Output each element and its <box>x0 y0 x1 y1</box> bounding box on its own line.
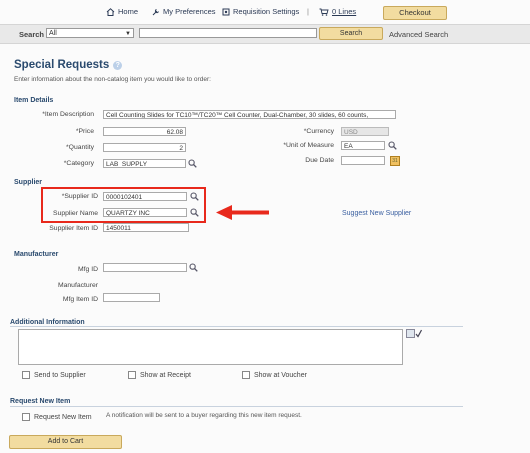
show-at-voucher-checkbox[interactable]: Show at Voucher <box>242 371 307 379</box>
search-icon[interactable] <box>190 192 199 201</box>
supplier-id-field[interactable]: 0000102401 <box>103 192 187 201</box>
top-links-bar: Home My Preferences Requisition Settings… <box>0 3 530 20</box>
search-bar: Search All ▼ Search Advanced Search <box>0 24 530 44</box>
preferences-label: My Preferences <box>163 7 216 16</box>
item-description-field[interactable]: Cell Counting Slides for TC10™/TC20™ Cel… <box>103 110 396 119</box>
search-input[interactable] <box>139 28 317 38</box>
unit-of-measure-label: *Unit of Measure <box>283 142 334 149</box>
home-label: Home <box>118 7 139 16</box>
quantity-label: *Quantity <box>66 144 94 151</box>
home-link[interactable]: Home <box>106 7 138 16</box>
suggest-new-supplier-link[interactable]: Suggest New Supplier <box>342 210 411 217</box>
settings-icon <box>222 8 230 15</box>
page-title: Special Requests ? <box>14 59 123 71</box>
show-at-receipt-checkbox[interactable]: Show at Receipt <box>128 371 191 379</box>
due-date-field[interactable] <box>341 156 385 165</box>
search-icon[interactable] <box>189 263 198 272</box>
requisition-settings-link[interactable]: Requisition Settings <box>222 7 299 16</box>
category-field[interactable]: LAB_SUPPLY <box>103 159 186 168</box>
mfg-item-id-label: Mfg Item ID <box>62 296 98 303</box>
manufacturer-heading: Manufacturer <box>14 251 59 258</box>
unit-of-measure-field[interactable]: EA <box>341 141 385 150</box>
divider <box>10 326 463 327</box>
checkout-button[interactable]: Checkout <box>383 6 447 20</box>
search-icon[interactable] <box>388 141 397 150</box>
request-new-item-label: Request New Item <box>34 413 92 421</box>
advanced-search-link[interactable]: Advanced Search <box>389 30 448 39</box>
separator: | <box>307 7 309 16</box>
request-new-item-heading: Request New Item <box>10 398 71 405</box>
manufacturer-label: Manufacturer <box>57 282 98 289</box>
mfg-id-label: Mfg ID <box>77 266 98 273</box>
item-description-label: *Item Description <box>42 111 94 118</box>
item-details-heading: Item Details <box>14 97 54 104</box>
show-at-receipt-label: Show at Receipt <box>140 371 191 379</box>
price-field[interactable]: 62.08 <box>103 127 186 136</box>
currency-label: *Currency <box>303 128 334 135</box>
cart-lines-label: 0 Lines <box>332 7 357 16</box>
page-title-text: Special Requests <box>14 59 110 71</box>
checkbox-box <box>22 413 30 421</box>
supplier-name-label: Supplier Name <box>53 210 98 217</box>
arrow-icon <box>216 205 269 220</box>
divider <box>10 406 463 407</box>
calendar-icon[interactable]: 31 <box>390 156 400 166</box>
quantity-field[interactable]: 2 <box>103 143 186 152</box>
search-button[interactable]: Search <box>319 27 383 40</box>
instructions-text: Enter information about the non-catalog … <box>14 76 211 83</box>
request-new-item-note: A notification will be sent to a buyer r… <box>106 412 302 419</box>
supplier-id-label: *Supplier ID <box>61 193 98 200</box>
show-at-voucher-label: Show at Voucher <box>254 371 307 379</box>
help-icon[interactable]: ? <box>113 60 123 70</box>
mfg-id-field[interactable] <box>103 263 187 272</box>
supplier-heading: Supplier <box>14 179 43 186</box>
additional-information-textarea[interactable] <box>18 329 403 365</box>
search-scope-select[interactable]: All ▼ <box>46 28 134 38</box>
category-label: *Category <box>63 160 94 167</box>
request-new-item-checkbox[interactable]: Request New Item <box>22 413 92 421</box>
price-label: *Price <box>75 128 94 135</box>
checkbox-box <box>128 371 136 379</box>
supplier-item-id-field[interactable]: 1450011 <box>103 223 189 232</box>
preferences-link[interactable]: My Preferences <box>152 7 216 16</box>
additional-information-heading: Additional Information <box>10 319 85 326</box>
search-scope-value: All <box>49 30 57 37</box>
add-to-cart-button[interactable]: Add to Cart <box>9 435 122 449</box>
search-label: Search <box>19 30 45 39</box>
home-icon <box>106 7 115 16</box>
cart-icon <box>319 8 329 16</box>
send-to-supplier-label: Send to Supplier <box>34 371 86 379</box>
cart-lines-link[interactable]: 0 Lines <box>319 7 356 16</box>
wrench-icon <box>152 8 159 15</box>
supplier-item-id-label: Supplier Item ID <box>49 225 98 232</box>
mfg-item-id-field[interactable] <box>103 293 160 302</box>
spellcheck-icon[interactable] <box>406 329 422 338</box>
currency-field: USD <box>341 127 389 136</box>
search-icon[interactable] <box>190 208 199 217</box>
requisition-settings-label: Requisition Settings <box>233 7 300 16</box>
supplier-name-field[interactable]: QUARTZY INC <box>103 208 187 217</box>
send-to-supplier-checkbox[interactable]: Send to Supplier <box>22 371 86 379</box>
checkbox-box <box>22 371 30 379</box>
checkbox-box <box>242 371 250 379</box>
search-icon[interactable] <box>188 159 197 168</box>
due-date-label: Due Date <box>305 157 334 164</box>
chevron-down-icon: ▼ <box>125 31 131 37</box>
